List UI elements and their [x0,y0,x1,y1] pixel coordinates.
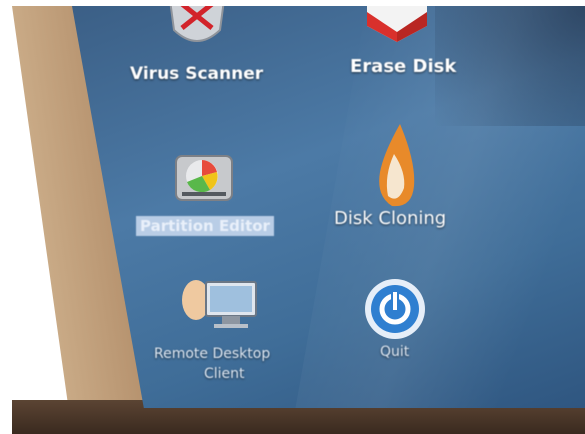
app-label: Erase Disk [350,56,457,77]
app-label: Remote Desktop [154,346,271,362]
disk-cloning-icon [379,124,415,207]
desktop-screen: Virus Scanner Erase Disk Partition Edito… [72,6,585,408]
app-label-line2: Client [204,366,245,382]
quit-power-icon [365,279,425,339]
virus-scanner-icon [168,6,226,42]
app-label: Virus Scanner [130,64,264,84]
remote-desktop-client-icon [182,280,257,328]
photo: Virus Scanner Erase Disk Partition Edito… [0,0,585,434]
erase-disk-icon [367,6,427,42]
app-label: Quit [380,344,410,360]
app-label-selected: Partition Editor [136,216,274,236]
partition-editor-icon [175,155,233,201]
app-label: Disk Cloning [334,208,447,229]
